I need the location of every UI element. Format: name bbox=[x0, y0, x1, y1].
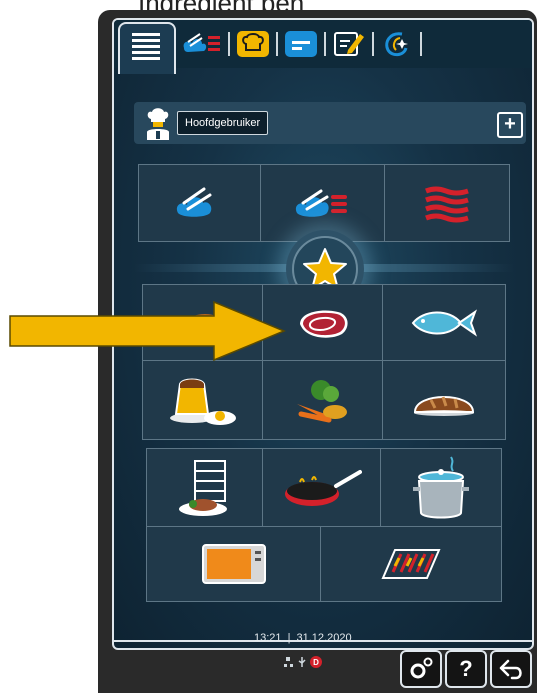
vegetables-button[interactable] bbox=[262, 360, 384, 440]
vegetables-icon bbox=[297, 380, 347, 423]
list-icon bbox=[132, 33, 160, 60]
d-badge-icon: D bbox=[310, 656, 322, 668]
status-time: 13:21 bbox=[254, 632, 282, 644]
tab-separator bbox=[324, 32, 326, 56]
help-button[interactable]: ? bbox=[445, 650, 487, 688]
steam-heat-icon bbox=[183, 33, 220, 52]
fish-button[interactable] bbox=[382, 284, 506, 362]
usb-icon bbox=[298, 657, 306, 667]
tab-bar bbox=[114, 20, 532, 74]
chef-avatar-icon bbox=[147, 108, 169, 140]
meat-icon bbox=[300, 310, 348, 338]
svg-text:D: D bbox=[313, 658, 319, 667]
heat-mode-button[interactable] bbox=[384, 164, 510, 242]
sparkle-icon bbox=[385, 32, 408, 57]
tab-combi[interactable] bbox=[180, 30, 224, 58]
combi-icon bbox=[295, 189, 347, 217]
grill-button[interactable] bbox=[320, 526, 502, 602]
egg-dessert-button[interactable] bbox=[142, 360, 264, 440]
finishing-button[interactable] bbox=[146, 448, 264, 528]
chef-hat-icon bbox=[237, 31, 269, 57]
tab-separator bbox=[420, 32, 422, 56]
heat-icon bbox=[425, 186, 469, 223]
finishing-icon bbox=[179, 460, 227, 516]
gear-icon bbox=[410, 657, 433, 679]
back-button[interactable] bbox=[490, 650, 532, 688]
tab-separator bbox=[372, 32, 374, 56]
tab-program[interactable] bbox=[282, 30, 320, 58]
settings-button[interactable] bbox=[400, 650, 442, 688]
steam-mode-button[interactable] bbox=[138, 164, 262, 242]
status-date: 31.12.2020 bbox=[296, 632, 352, 644]
network-icon bbox=[284, 657, 293, 667]
fish-icon bbox=[411, 309, 478, 337]
bread-icon bbox=[413, 396, 475, 416]
add-user-button[interactable]: + bbox=[497, 112, 523, 138]
convenience-oven-icon bbox=[202, 544, 266, 584]
pan-frying-button[interactable] bbox=[262, 448, 382, 528]
back-arrow-icon bbox=[499, 659, 522, 680]
edit-icon bbox=[334, 32, 364, 56]
egg-dessert-icon bbox=[170, 378, 236, 425]
tab-separator bbox=[228, 32, 230, 56]
pot-button[interactable] bbox=[380, 448, 502, 528]
bread-button[interactable] bbox=[382, 360, 506, 440]
convenience-button[interactable] bbox=[146, 526, 322, 602]
user-bar: Hoofdgebruiker + bbox=[134, 102, 526, 144]
annotation-arrow bbox=[9, 300, 286, 362]
tab-chef[interactable] bbox=[234, 30, 272, 58]
tab-edit[interactable] bbox=[330, 30, 368, 58]
user-name-label[interactable]: Hoofdgebruiker bbox=[177, 111, 269, 135]
steam-icon bbox=[176, 187, 212, 217]
program-icon bbox=[285, 31, 317, 57]
pot-icon bbox=[413, 456, 469, 519]
status-icons: D bbox=[284, 656, 322, 668]
tab-plus[interactable] bbox=[378, 30, 416, 58]
tab-list[interactable] bbox=[118, 22, 176, 74]
pan-frying-icon bbox=[285, 470, 362, 506]
status-datetime: 13:21 | 31.12.2020 bbox=[254, 632, 352, 644]
grill-icon bbox=[381, 549, 441, 579]
tab-separator bbox=[276, 32, 278, 56]
status-divider: | bbox=[287, 632, 291, 644]
